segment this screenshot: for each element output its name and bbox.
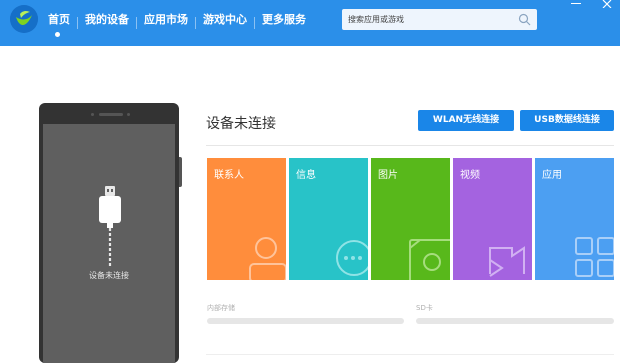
usb-cable-icon <box>99 186 121 266</box>
phone-camera <box>91 113 94 116</box>
connection-status-title: 设备未连接 <box>206 116 276 132</box>
phone-screen: 设备未连接 <box>43 124 175 363</box>
nav-app-market[interactable]: 应用市场 <box>137 0 195 46</box>
phone-sensor <box>127 113 130 116</box>
nav-home[interactable]: 首页 <box>48 0 77 46</box>
search-icon[interactable] <box>518 13 531 26</box>
phone-status-text: 设备未连接 <box>89 271 129 280</box>
divider <box>206 354 614 355</box>
nav-my-devices[interactable]: 我的设备 <box>78 0 136 46</box>
phone-illustration: 设备未连接 <box>39 103 179 363</box>
active-indicator-dot <box>55 32 60 37</box>
tile-apps[interactable]: 应用 <box>535 158 614 280</box>
tile-videos[interactable]: 视频 <box>453 158 532 280</box>
sd-card-bar <box>416 318 614 324</box>
divider <box>206 145 614 146</box>
nav-more-services[interactable]: 更多服务 <box>255 0 313 46</box>
pea-pod-logo-icon[interactable] <box>10 5 38 33</box>
tile-label: 视频 <box>460 170 480 181</box>
minimize-icon[interactable] <box>571 3 581 4</box>
tile-contacts[interactable]: 联系人 <box>207 158 286 280</box>
phone-speaker <box>99 113 123 116</box>
nav-game-center[interactable]: 游戏中心 <box>196 0 254 46</box>
tile-label: 图片 <box>378 170 398 181</box>
search-input[interactable]: 搜索应用或游戏 <box>342 9 537 30</box>
contacts-icon <box>249 237 286 280</box>
usb-connect-button[interactable]: USB数据线连接 <box>520 110 614 131</box>
wlan-connect-button[interactable]: WLAN无线连接 <box>418 110 514 131</box>
phone-side-button <box>179 157 182 187</box>
video-icon <box>489 246 525 277</box>
sd-card-label: SD卡 <box>416 304 433 312</box>
internal-storage-label: 内部存储 <box>207 304 235 312</box>
close-icon[interactable] <box>602 0 614 8</box>
picture-icon <box>409 239 450 280</box>
search-placeholder: 搜索应用或游戏 <box>348 15 404 24</box>
tile-label: 联系人 <box>214 170 244 181</box>
tile-label: 应用 <box>542 170 562 181</box>
tile-messages[interactable]: 信息 <box>289 158 368 280</box>
main-nav: 首页 我的设备 应用市场 游戏中心 更多服务 <box>48 0 313 46</box>
top-bar: 首页 我的设备 应用市场 游戏中心 更多服务 搜索应用或游戏 <box>0 0 620 46</box>
tile-label: 信息 <box>296 170 316 181</box>
tile-pictures[interactable]: 图片 <box>371 158 450 280</box>
internal-storage-bar <box>207 318 404 324</box>
apps-icon <box>575 237 614 277</box>
message-icon <box>336 240 368 276</box>
